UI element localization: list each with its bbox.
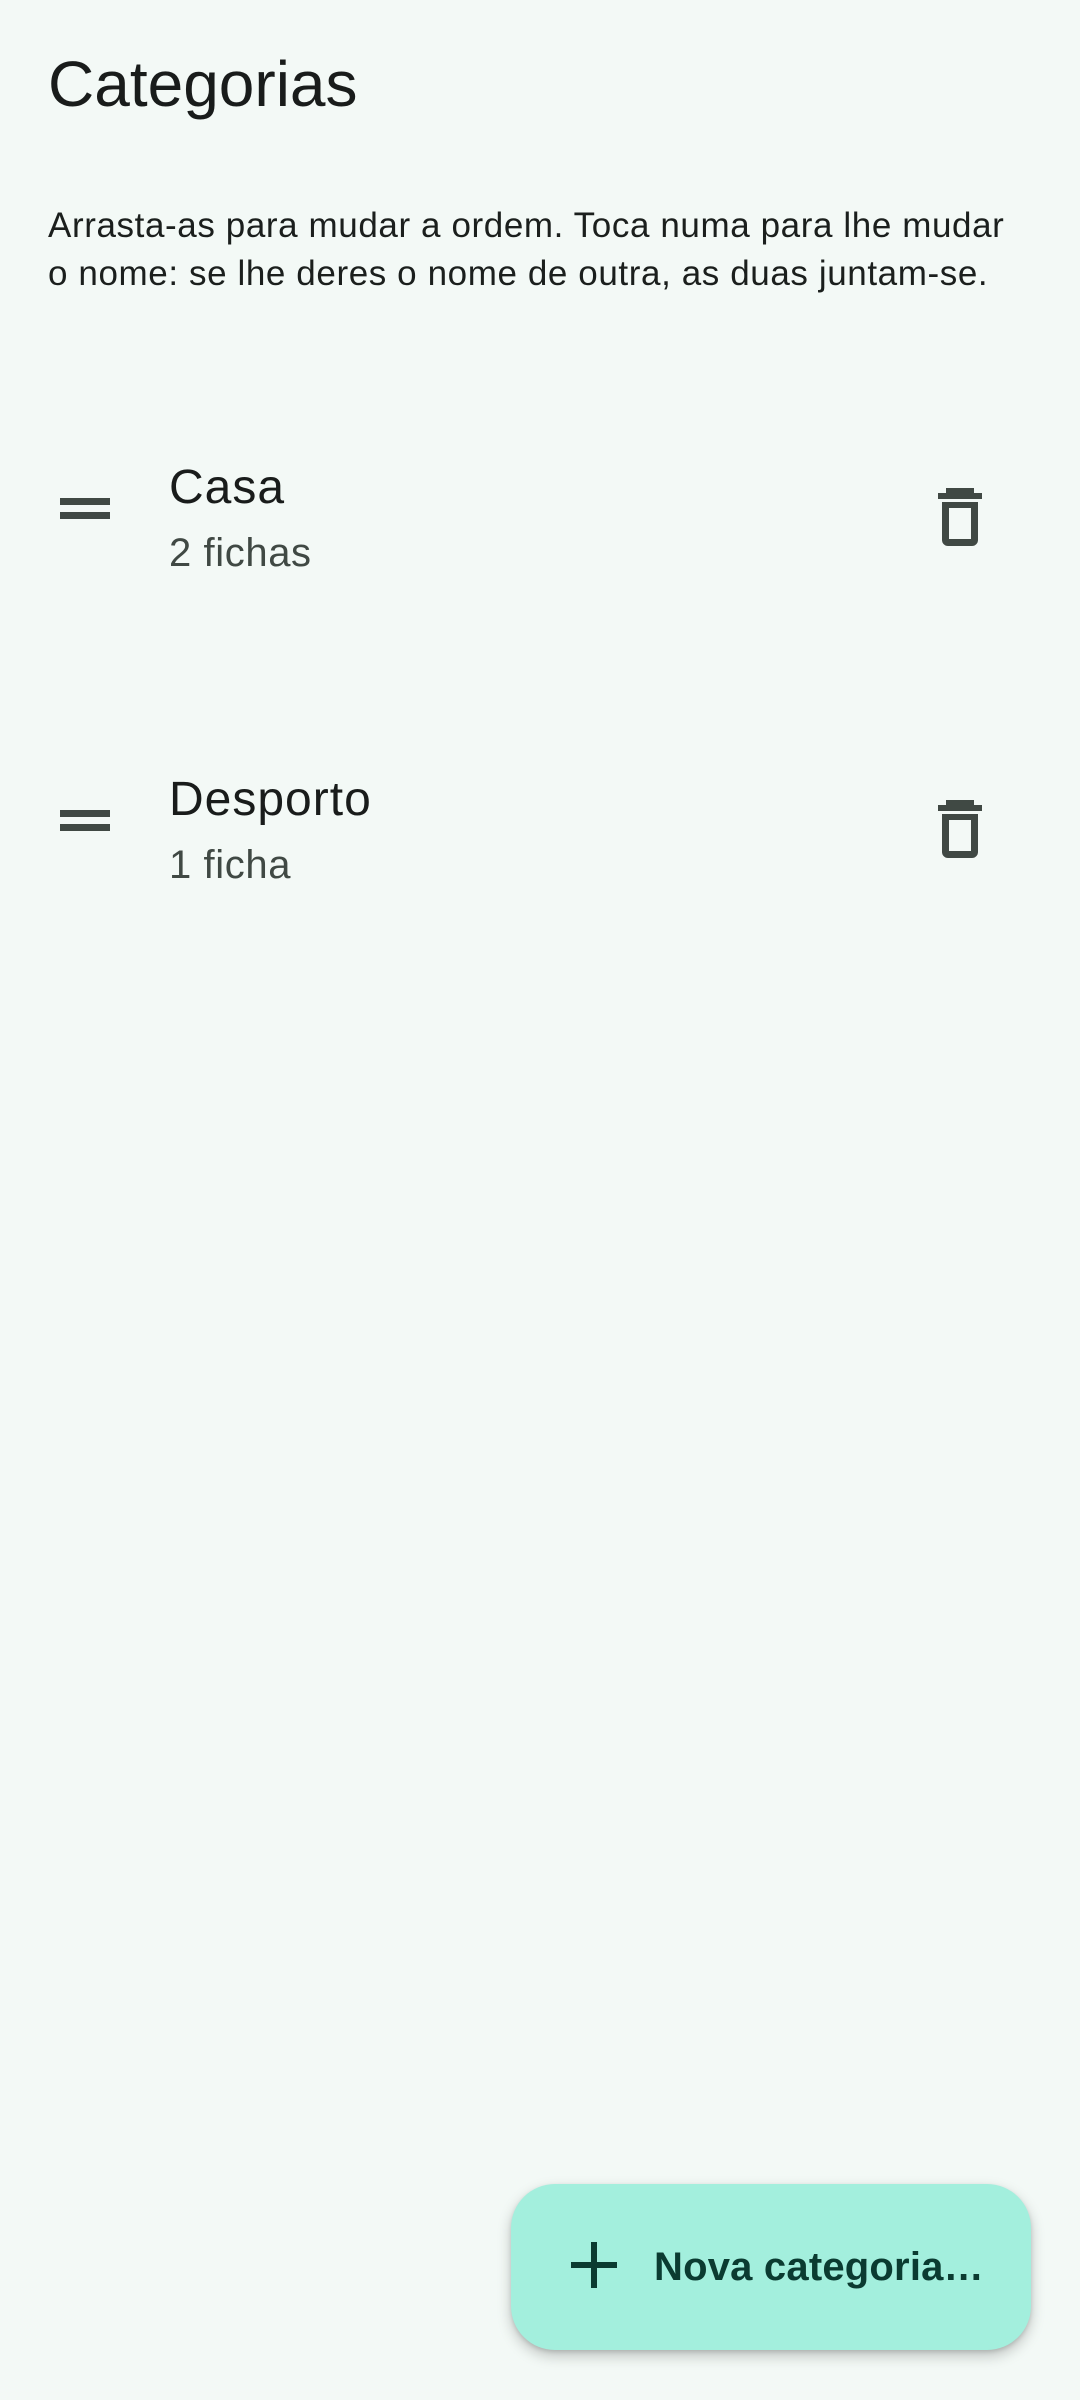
category-list: Casa 2 fichas Desporto 1 ficha [0,410,1080,1034]
instructions-text: Arrasta-as para mudar a ordem. Toca numa… [48,206,1005,293]
category-count: 2 fichas [169,531,312,575]
category-item[interactable]: Casa 2 fichas [0,410,1080,722]
delete-category-button[interactable] [912,466,1008,562]
trash-icon [938,488,982,546]
category-name: Casa [169,461,286,514]
category-name: Desporto [169,773,372,826]
drag-handle-icon[interactable] [36,772,132,868]
drag-handle-icon[interactable] [36,460,132,556]
plus-icon [571,2242,617,2288]
page-title: Categorias [48,48,358,120]
trash-icon [938,800,982,858]
new-category-button[interactable]: Nova categoria… [511,2184,1031,2350]
category-item[interactable]: Desporto 1 ficha [0,722,1080,1034]
delete-category-button[interactable] [912,778,1008,874]
new-category-label: Nova categoria… [654,2245,984,2289]
category-count: 1 ficha [169,843,292,887]
